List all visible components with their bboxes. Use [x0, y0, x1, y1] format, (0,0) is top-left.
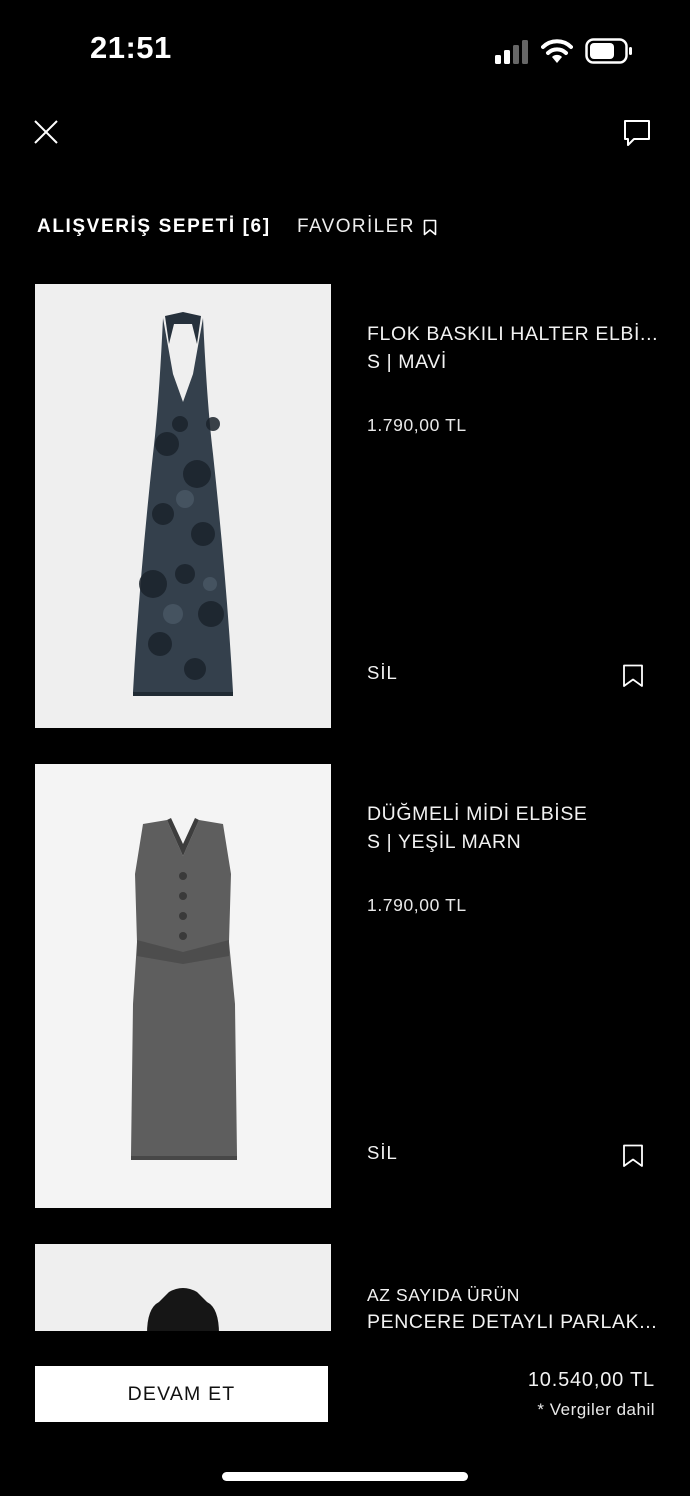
product-price: 1.790,00 TL — [367, 895, 467, 915]
continue-button[interactable]: DEVAM ET — [35, 1366, 328, 1422]
stock-badge: AZ SAYIDA ÜRÜN — [367, 1285, 520, 1305]
tab-cart[interactable]: ALIŞVERİŞ SEPETİ [6] — [37, 216, 271, 238]
signal-icon — [495, 40, 528, 64]
home-indicator[interactable] — [222, 1472, 468, 1481]
product-name[interactable]: DÜĞMELİ MİDİ ELBİSE — [367, 800, 588, 828]
tax-note: * Vergiler dahil — [537, 1400, 655, 1419]
dress-illustration — [133, 312, 233, 696]
dress-illustration — [131, 818, 237, 1160]
status-time: 21:51 — [90, 30, 172, 65]
remove-button[interactable]: SİL — [367, 1142, 398, 1164]
total-price: 10.540,00 TL — [527, 1369, 655, 1391]
bookmark-icon[interactable] — [622, 1144, 644, 1168]
battery-icon — [585, 38, 632, 64]
product-name[interactable]: FLOK BASKILI HALTER ELBİ... — [367, 320, 658, 348]
product-variant: S | YEŞİL MARN — [367, 831, 522, 853]
bookmark-icon[interactable] — [622, 664, 644, 688]
product-image-halter-dress[interactable] — [35, 284, 331, 728]
product-price: 1.790,00 TL — [367, 415, 467, 435]
wifi-icon — [541, 39, 573, 63]
bookmark-icon[interactable] — [423, 219, 437, 236]
product-variant: S | MAVİ — [367, 351, 447, 373]
close-icon[interactable] — [32, 118, 60, 146]
product-image-midi-dress[interactable] — [35, 764, 331, 1208]
remove-button[interactable]: SİL — [367, 662, 398, 684]
chat-icon[interactable] — [622, 118, 652, 148]
tab-favorites[interactable]: FAVORİLER — [297, 216, 415, 238]
